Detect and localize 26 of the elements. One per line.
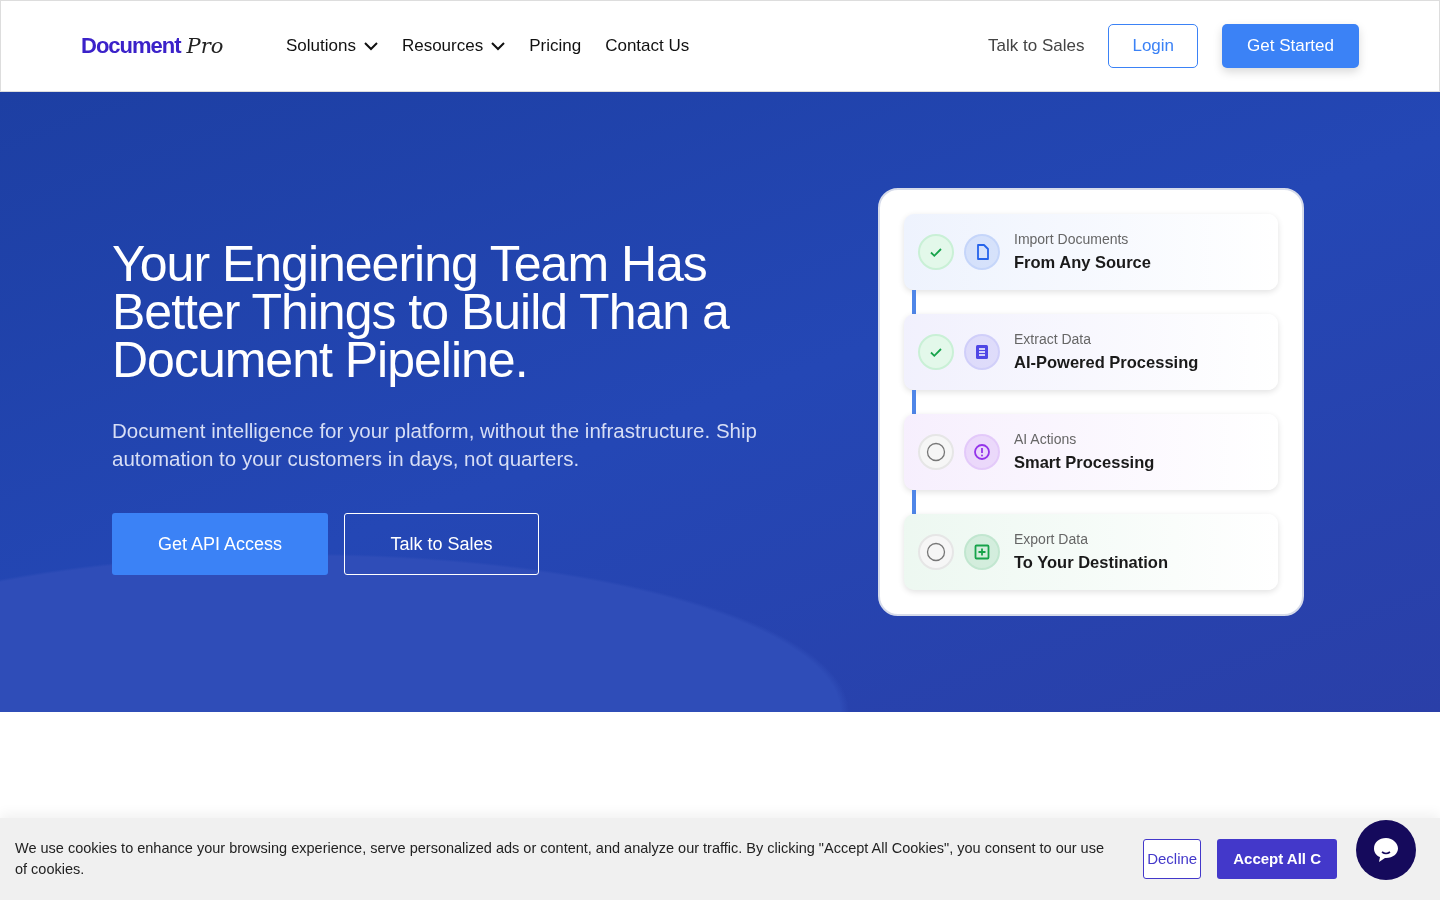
accept-button[interactable]: Accept All C [1217, 838, 1337, 880]
nav-link[interactable]: Contact Us [605, 33, 690, 59]
talk-to-sales-link[interactable]: Talk to Sales [988, 33, 1085, 59]
chat-bubble-icon [1371, 835, 1401, 865]
logo-script[interactable]: Pro [186, 31, 224, 63]
chevron-down-icon [363, 41, 378, 51]
hero-subtitle: Document intelligence for your platform, without the infrastructure. Ship automation to your customers in days, not quarters. [112, 418, 758, 472]
step-title: Smart Processing [1014, 452, 1155, 474]
get-api-access-button[interactable]: Get API Access [112, 513, 328, 575]
step-label: Extract Data [1014, 330, 1093, 350]
step-title: AI-Powered Processing [1014, 352, 1199, 374]
decline-button[interactable]: Decline [1143, 838, 1202, 880]
cookie-text: We use cookies to enhance your browsing experience, serve personalized ads or content, and analyze our traffic. By clicking "Accept All Cookies", you consent to our use of cookies. [15, 839, 1105, 879]
chevron-down-icon [491, 41, 506, 51]
step-label: Import Documents [1014, 230, 1130, 250]
login-button[interactable]: Login [1108, 24, 1199, 68]
talk-to-sales-button[interactable]: Talk to Sales [344, 513, 539, 575]
nav-link[interactable]: Solutions [286, 33, 378, 59]
nav-link[interactable]: Pricing [529, 33, 582, 59]
step-title: From Any Source [1014, 252, 1151, 274]
step-label: Export Data [1014, 530, 1089, 550]
logo-wordmark[interactable]: Document [81, 29, 181, 63]
get-started-button[interactable]: Get Started [1222, 24, 1359, 68]
nav-link[interactable]: Resources [401, 33, 506, 59]
step-title: To Your Destination [1014, 552, 1168, 574]
step-label: AI Actions [1014, 430, 1078, 450]
